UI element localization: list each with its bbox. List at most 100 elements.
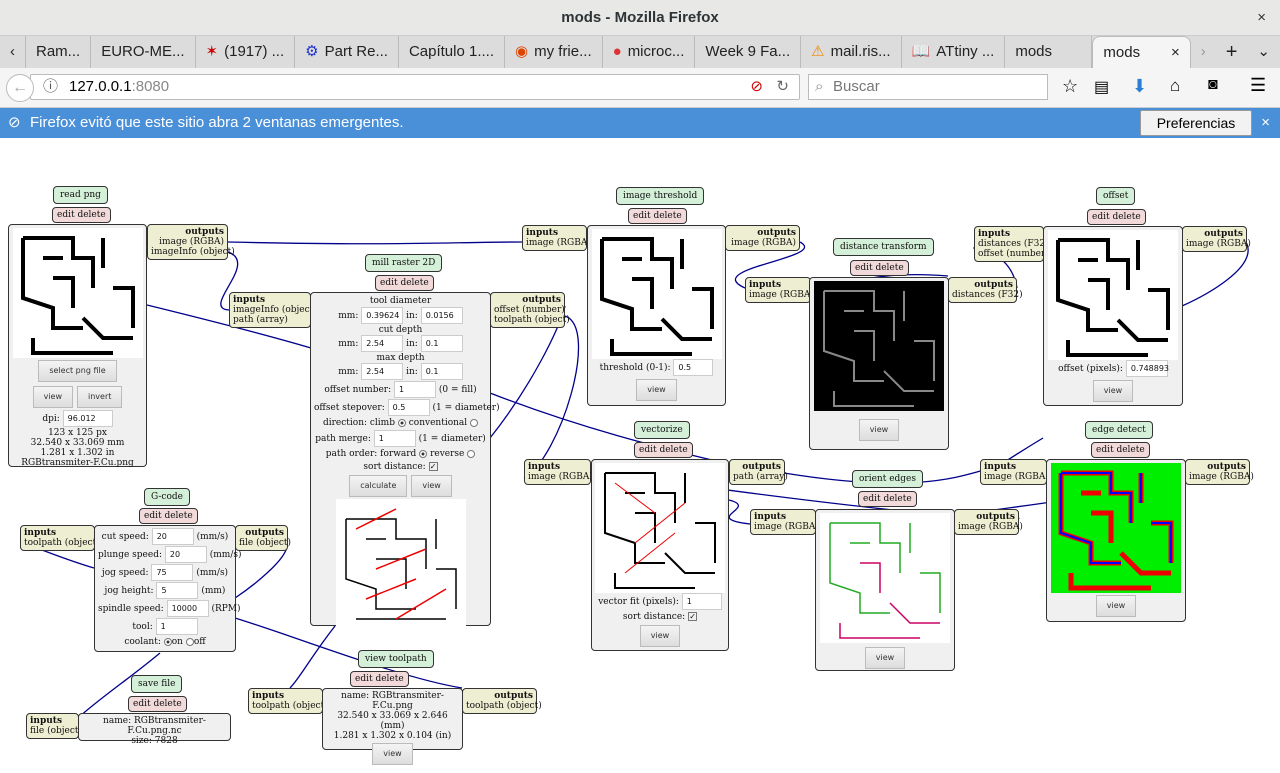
outputs-port[interactable]: outputs offset (number) toolpath (object) (490, 292, 570, 328)
inputs-port[interactable]: inputs distances (F32) offset (number) (974, 226, 1049, 262)
edit-delete-button[interactable]: edit delete (634, 442, 693, 458)
outputs-port[interactable]: outputs image (RGBA) (1182, 226, 1251, 252)
module-title-mill-raster[interactable]: mill raster 2D (365, 254, 443, 272)
tab[interactable]: ⚠ mail.ris... (801, 36, 902, 68)
max-depth-mm-input[interactable]: 2.54 (361, 363, 404, 380)
forward-radio[interactable] (419, 449, 428, 458)
module-title-distance-transform[interactable]: distance transform (833, 238, 934, 256)
module-title-orient-edges[interactable]: orient edges (852, 470, 923, 488)
tab[interactable]: ● microc... (603, 36, 696, 68)
inputs-port[interactable]: inputs image (RGBA) (522, 225, 591, 251)
sort-distance-checkbox[interactable]: ✓ (428, 462, 438, 471)
port[interactable]: toolpath (object) (24, 538, 100, 548)
tab-active[interactable]: mods × (1092, 36, 1191, 68)
module-title-offset[interactable]: offset (1096, 187, 1136, 205)
tab[interactable]: ◉ my frie... (505, 36, 603, 68)
preferences-button[interactable]: Preferencias (1140, 110, 1252, 136)
inputs-port[interactable]: inputs toolpath (object) (20, 525, 100, 551)
port[interactable]: image (RGBA) (958, 522, 1023, 532)
port[interactable]: toolpath (object) (494, 315, 570, 325)
port[interactable]: offset (number) (978, 249, 1049, 259)
offset-stepover-input[interactable]: 0.5 (387, 399, 430, 416)
search-input[interactable]: ⌕ Buscar (808, 74, 1048, 100)
port[interactable]: distances (F32) (978, 239, 1049, 249)
view-button[interactable]: view (372, 743, 413, 765)
edit-delete-button[interactable]: edit delete (139, 508, 198, 524)
back-button[interactable]: ← (6, 74, 34, 102)
tab[interactable]: 📖 ATtiny ... (902, 36, 1006, 68)
view-button[interactable]: view (1092, 380, 1134, 402)
dpi-input[interactable]: 96.012 (62, 410, 113, 427)
edit-delete-button[interactable]: edit delete (1087, 209, 1146, 225)
pocket-icon[interactable]: ◙ (1208, 76, 1218, 94)
port[interactable]: file (object) (239, 538, 291, 548)
climb-radio[interactable] (397, 418, 406, 427)
close-notification-button[interactable]: × (1261, 108, 1270, 138)
coolant-on-radio[interactable] (163, 637, 172, 646)
view-button[interactable]: view (864, 647, 906, 669)
module-title-edge-detect[interactable]: edge detect (1085, 421, 1153, 439)
view-button[interactable]: view (858, 419, 900, 441)
port[interactable]: image (RGBA) (749, 290, 814, 300)
outputs-port[interactable]: outputs image (RGBA) (1185, 459, 1254, 485)
port[interactable]: image (RGBA) (526, 238, 591, 248)
port[interactable]: toolpath (object) (252, 701, 328, 711)
download-icon[interactable]: ⬇ (1132, 76, 1147, 97)
path-merge-input[interactable]: 1 (373, 430, 416, 447)
outputs-port[interactable]: outputs image (RGBA) imageInfo (object) (147, 224, 235, 260)
module-title-image-threshold[interactable]: image threshold (616, 187, 705, 205)
inputs-port[interactable]: inputs image (RGBA) (980, 459, 1049, 485)
outputs-port[interactable]: outputs image (RGBA) (954, 509, 1023, 535)
view-button[interactable]: view (32, 386, 74, 408)
tab[interactable]: Capítulo 1.... (399, 36, 506, 68)
module-title-save-file[interactable]: save file (131, 675, 183, 693)
view-button[interactable]: view (1095, 595, 1137, 617)
inputs-port[interactable]: inputs toolpath (object) (248, 688, 328, 714)
conventional-radio[interactable] (470, 418, 479, 427)
module-title-read-png[interactable]: read png (53, 186, 108, 204)
module-title-view-toolpath[interactable]: view toolpath (358, 650, 434, 668)
port[interactable]: image (RGBA) (528, 472, 593, 482)
inputs-port[interactable]: inputs image (RGBA) (745, 277, 814, 303)
reload-icon[interactable]: ↻ (776, 75, 789, 99)
port[interactable]: image (RGBA) (984, 472, 1049, 482)
edit-delete-button[interactable]: edit delete (1091, 442, 1150, 458)
new-tab-button[interactable]: + (1216, 36, 1248, 68)
tab[interactable]: EURO-ME... (91, 36, 196, 68)
sort-distance-checkbox[interactable]: ✓ (688, 612, 698, 621)
tab-list-button[interactable]: ⌄ (1247, 36, 1280, 68)
tool-input[interactable]: 1 (155, 618, 198, 635)
port[interactable]: imageInfo (object) (233, 305, 317, 315)
invert-button[interactable]: invert (77, 386, 123, 408)
reading-list-icon[interactable]: ▤ (1094, 77, 1109, 97)
offset-pixels-input[interactable]: 0.748893 (1125, 360, 1169, 377)
tool-diameter-mm-input[interactable]: 0.39624 (361, 307, 404, 324)
port[interactable]: toolpath (object) (466, 701, 542, 711)
threshold-input[interactable]: 0.5 (673, 359, 714, 376)
inputs-port[interactable]: inputs file (object) (26, 713, 82, 739)
tab[interactable]: mods (1005, 36, 1093, 68)
port[interactable]: path (array) (233, 315, 307, 325)
view-button[interactable]: view (636, 379, 677, 401)
jog-height-input[interactable]: 5 (156, 582, 199, 599)
home-icon[interactable]: ⌂ (1170, 76, 1180, 96)
port[interactable]: path (array) (733, 472, 788, 482)
select-png-file-button[interactable]: select png file (38, 360, 117, 382)
cut-speed-input[interactable]: 20 (151, 528, 194, 545)
outputs-port[interactable]: outputs distances (F32) (948, 277, 1023, 303)
edit-delete-button[interactable]: edit delete (52, 207, 111, 223)
port[interactable]: image (RGBA) (1186, 239, 1251, 249)
tool-diameter-in-input[interactable]: 0.0156 (420, 307, 463, 324)
port[interactable]: image (RGBA) (151, 237, 224, 247)
plunge-speed-input[interactable]: 20 (164, 546, 207, 563)
port[interactable]: image (RGBA) (754, 522, 819, 532)
menu-icon[interactable]: ☰ (1250, 75, 1266, 96)
edit-delete-button[interactable]: edit delete (850, 260, 909, 276)
close-window-button[interactable]: × (1257, 0, 1266, 36)
jog-speed-input[interactable]: 75 (151, 564, 194, 581)
bookmark-star-icon[interactable]: ☆ (1062, 76, 1078, 97)
edit-delete-button[interactable]: edit delete (128, 696, 187, 712)
calculate-button[interactable]: calculate (349, 475, 408, 497)
port[interactable]: image (RGBA) (729, 238, 796, 248)
spindle-speed-input[interactable]: 10000 (166, 600, 209, 617)
